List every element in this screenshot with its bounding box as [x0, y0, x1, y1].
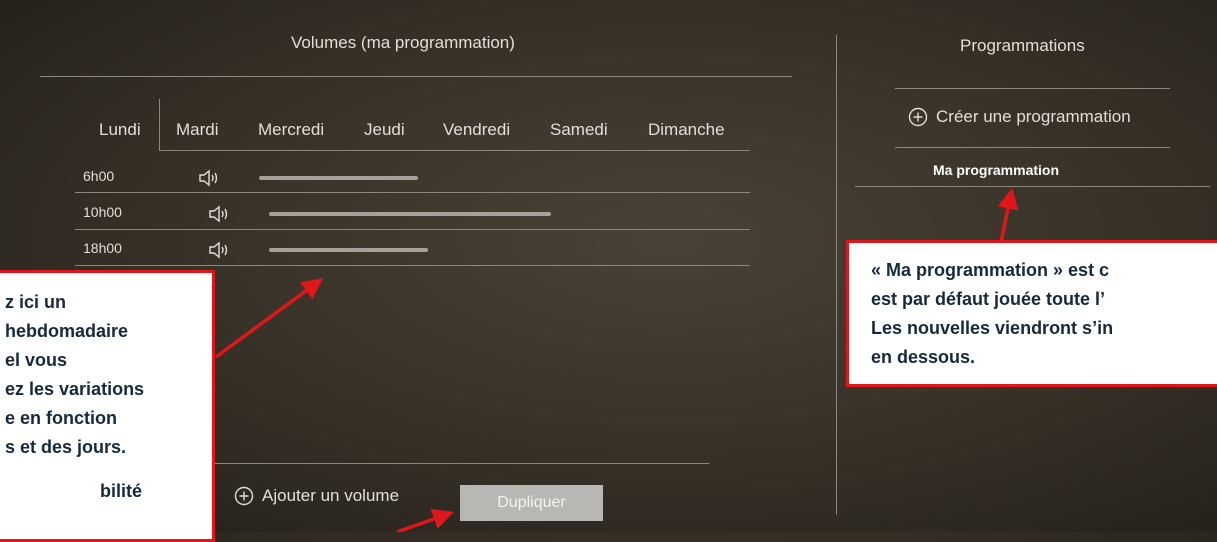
row-divider [75, 265, 750, 266]
programs-panel-title: Programmations [960, 36, 1085, 55]
program-item[interactable]: Ma programmation [933, 162, 1059, 178]
callout-left: z ici un hebdomadaire el vous ez les var… [0, 270, 215, 542]
tab-dimanche[interactable]: Dimanche [648, 120, 725, 140]
callout-line: ez les variations [5, 379, 145, 399]
volume-slider-bar[interactable] [269, 212, 551, 216]
active-tab-divider [159, 99, 160, 150]
tab-samedi[interactable]: Samedi [550, 120, 608, 140]
tab-mardi[interactable]: Mardi [176, 120, 219, 140]
volume-row-time: 18h00 [83, 240, 122, 256]
arrow-to-duplicate-button [396, 508, 454, 532]
tab-mercredi[interactable]: Mercredi [258, 120, 324, 140]
callout-line: el vous [5, 350, 68, 370]
tab-lundi[interactable]: Lundi [99, 120, 141, 140]
programs-top-divider [895, 88, 1170, 89]
speaker-icon[interactable] [208, 205, 230, 223]
callout-line: s et des jours. [5, 437, 127, 457]
volume-slider-bar[interactable] [259, 176, 418, 180]
duplicate-button[interactable]: Dupliquer [460, 485, 603, 521]
callout-line [5, 462, 212, 477]
speaker-icon[interactable] [198, 169, 220, 187]
program-item-divider [855, 186, 1210, 187]
row-divider [75, 229, 750, 230]
callout-line: en dessous. [871, 347, 976, 367]
create-program-button[interactable]: Créer une programmation [908, 107, 1131, 127]
speaker-icon[interactable] [208, 241, 230, 259]
add-volume-button[interactable]: Ajouter un volume [234, 486, 399, 506]
programs-mid-divider [895, 147, 1170, 148]
callout-line: hebdomadaire [5, 321, 129, 341]
volume-row-time: 6h00 [83, 168, 115, 184]
volume-row-time: 10h00 [83, 204, 122, 220]
volumes-title-divider [40, 76, 792, 77]
bottom-divider [215, 463, 709, 464]
row-divider [75, 192, 750, 193]
callout-line: est par défaut jouée toute l’ [871, 289, 1106, 309]
plus-circle-icon [908, 107, 928, 127]
callout-line: « Ma programmation » est c [871, 260, 1110, 280]
callout-line: e en fonction [5, 408, 117, 428]
arrow-to-volume-bar [214, 278, 324, 359]
plus-circle-icon [234, 486, 254, 506]
panel-separator [836, 35, 837, 515]
callout-line: z ici un [5, 292, 67, 312]
tab-jeudi[interactable]: Jeudi [364, 120, 405, 140]
tabs-baseline [159, 150, 750, 151]
create-program-label: Créer une programmation [936, 107, 1131, 126]
volumes-panel-title: Volumes (ma programmation) [291, 33, 515, 52]
volume-slider-bar[interactable] [269, 248, 428, 252]
arrow-to-program-item [997, 187, 1019, 243]
add-volume-label: Ajouter un volume [262, 486, 400, 505]
callout-line: bilité [100, 481, 143, 501]
callout-right: « Ma programmation » est c est par défau… [846, 240, 1217, 387]
tab-vendredi[interactable]: Vendredi [443, 120, 510, 140]
callout-line: Les nouvelles viendront s’in [871, 318, 1114, 338]
